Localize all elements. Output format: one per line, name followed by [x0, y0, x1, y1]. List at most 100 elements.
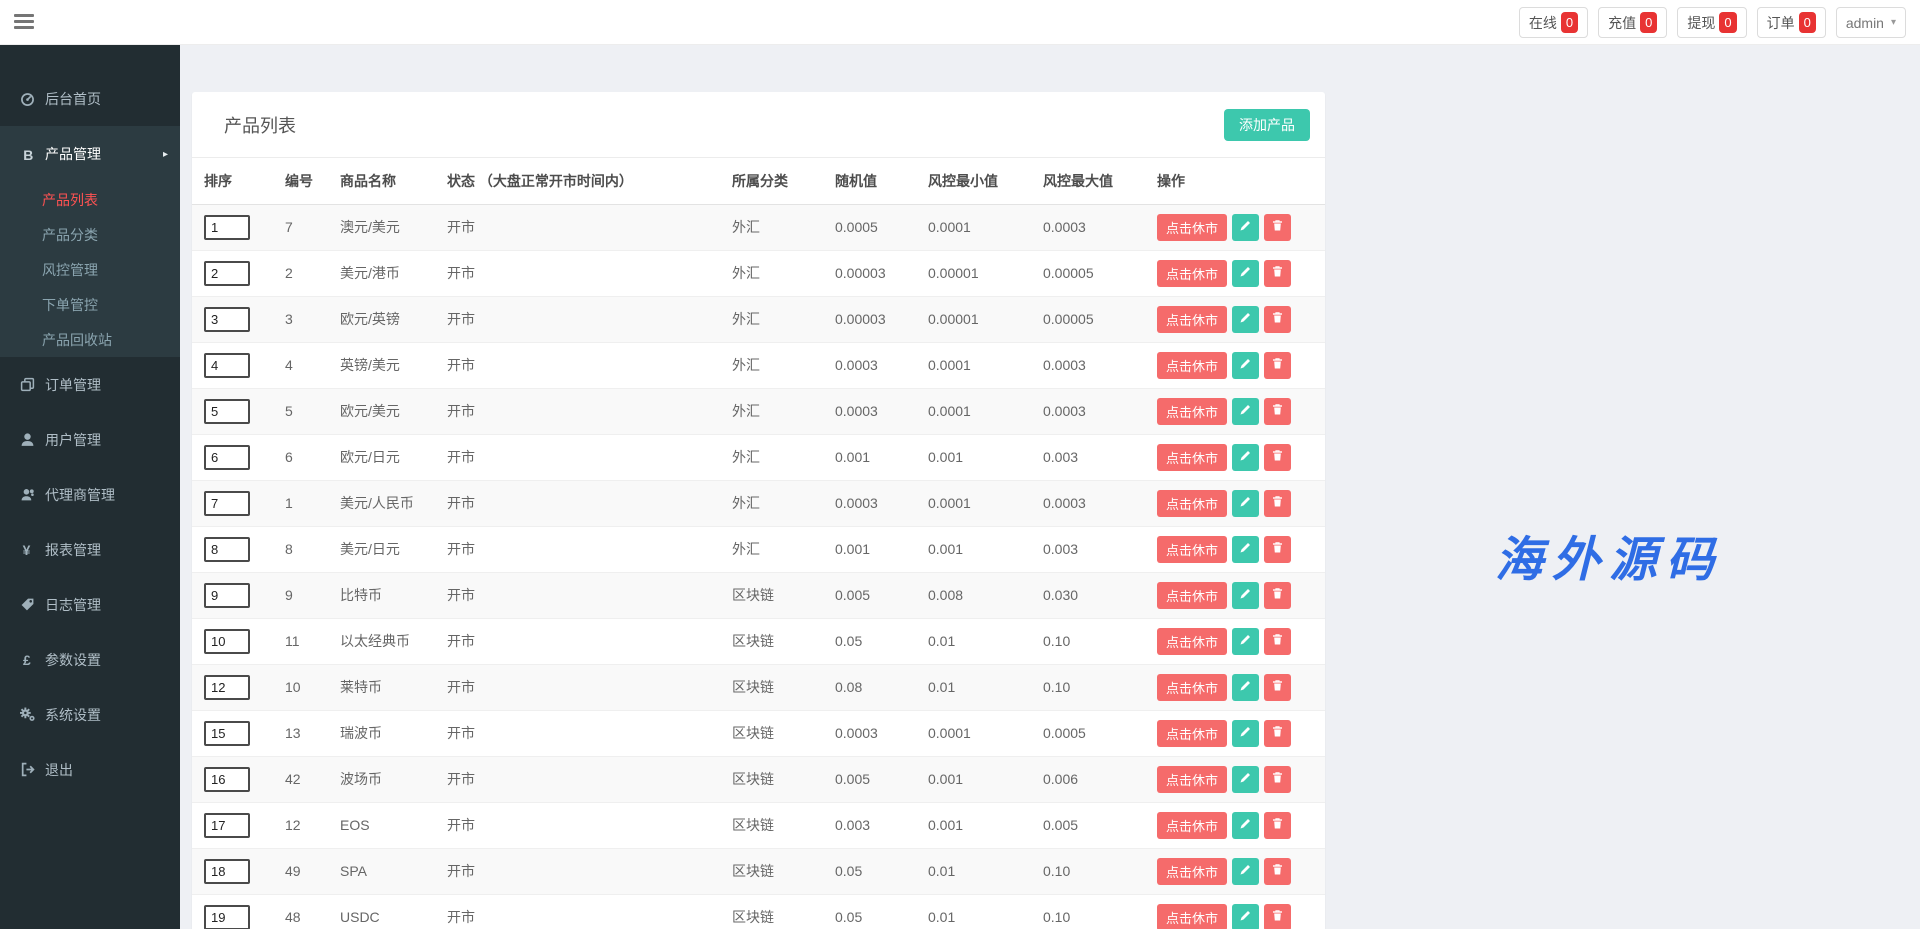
sort-input[interactable] [204, 491, 250, 516]
close-market-button[interactable]: 点击休市 [1157, 766, 1227, 793]
close-market-button[interactable]: 点击休市 [1157, 444, 1227, 471]
close-market-button[interactable]: 点击休市 [1157, 674, 1227, 701]
close-market-button[interactable]: 点击休市 [1157, 628, 1227, 655]
close-market-button[interactable]: 点击休市 [1157, 720, 1227, 747]
submenu-item-product-recycle[interactable]: 产品回收站 [0, 322, 180, 357]
delete-button[interactable] [1264, 536, 1291, 563]
delete-button[interactable] [1264, 582, 1291, 609]
delete-button[interactable] [1264, 444, 1291, 471]
delete-button[interactable] [1264, 858, 1291, 885]
edit-button[interactable] [1232, 766, 1259, 793]
sort-input[interactable] [204, 629, 250, 654]
delete-button[interactable] [1264, 720, 1291, 747]
risk-min-cell: 0.0001 [928, 342, 1043, 388]
edit-button[interactable] [1232, 490, 1259, 517]
hamburger-menu-icon[interactable] [14, 14, 34, 30]
stat-button-recharge[interactable]: 充值0 [1598, 7, 1667, 38]
submenu-item-risk-management[interactable]: 风控管理 [0, 252, 180, 287]
close-market-button[interactable]: 点击休市 [1157, 490, 1227, 517]
sort-input[interactable] [204, 767, 250, 792]
sort-cell [192, 434, 285, 480]
stat-button-withdraw[interactable]: 提现0 [1677, 7, 1746, 38]
sort-cell [192, 342, 285, 388]
sort-input[interactable] [204, 813, 250, 838]
edit-button[interactable] [1232, 674, 1259, 701]
sidebar-item-params[interactable]: £参数设置 [0, 632, 180, 687]
delete-button[interactable] [1264, 352, 1291, 379]
sort-input[interactable] [204, 307, 250, 332]
edit-button[interactable] [1232, 444, 1259, 471]
sort-input[interactable] [204, 905, 250, 929]
sidebar-item-label: 日志管理 [45, 595, 101, 615]
edit-button[interactable] [1232, 720, 1259, 747]
edit-button[interactable] [1232, 628, 1259, 655]
delete-button[interactable] [1264, 674, 1291, 701]
delete-button[interactable] [1264, 260, 1291, 287]
edit-button[interactable] [1232, 260, 1259, 287]
close-market-button[interactable]: 点击休市 [1157, 536, 1227, 563]
edit-button[interactable] [1232, 904, 1259, 929]
submenu-item-order-control[interactable]: 下单管控 [0, 287, 180, 322]
close-market-button[interactable]: 点击休市 [1157, 398, 1227, 425]
delete-button[interactable] [1264, 628, 1291, 655]
submenu-item-product-category[interactable]: 产品分类 [0, 217, 180, 252]
admin-username: admin [1846, 15, 1884, 31]
delete-button[interactable] [1264, 490, 1291, 517]
sort-input[interactable] [204, 445, 250, 470]
close-market-button[interactable]: 点击休市 [1157, 352, 1227, 379]
close-market-button[interactable]: 点击休市 [1157, 812, 1227, 839]
sort-input[interactable] [204, 721, 250, 746]
edit-button[interactable] [1232, 582, 1259, 609]
edit-button[interactable] [1232, 398, 1259, 425]
delete-button[interactable] [1264, 766, 1291, 793]
close-market-button[interactable]: 点击休市 [1157, 904, 1227, 929]
pound-icon: £ [16, 652, 38, 667]
sort-input[interactable] [204, 537, 250, 562]
sidebar-item-logout[interactable]: 退出 [0, 742, 180, 797]
edit-button[interactable] [1232, 214, 1259, 241]
delete-button[interactable] [1264, 812, 1291, 839]
sort-input[interactable] [204, 399, 250, 424]
sidebar-item-users[interactable]: 用户管理 [0, 412, 180, 467]
sort-input[interactable] [204, 675, 250, 700]
sidebar-item-logs[interactable]: 日志管理 [0, 577, 180, 632]
edit-button[interactable] [1232, 858, 1259, 885]
sidebar-item-home[interactable]: 后台首页 [0, 71, 180, 126]
actions-cell: 点击休市 [1157, 342, 1325, 388]
card-header: 产品列表 添加产品 [192, 92, 1325, 158]
submenu-item-product-list[interactable]: 产品列表 [0, 182, 180, 217]
sidebar-item-system[interactable]: 系统设置 [0, 687, 180, 742]
delete-button[interactable] [1264, 214, 1291, 241]
sort-input[interactable] [204, 261, 250, 286]
admin-dropdown[interactable]: admin ▾ [1836, 7, 1906, 38]
sort-input[interactable] [204, 353, 250, 378]
close-market-button[interactable]: 点击休市 [1157, 260, 1227, 287]
stat-button-online[interactable]: 在线0 [1519, 7, 1588, 38]
edit-button[interactable] [1232, 812, 1259, 839]
close-market-button[interactable]: 点击休市 [1157, 582, 1227, 609]
close-market-button[interactable]: 点击休市 [1157, 858, 1227, 885]
close-market-button[interactable]: 点击休市 [1157, 306, 1227, 333]
actions: 点击休市 [1157, 352, 1325, 379]
sidebar-item-products[interactable]: B产品管理▸ [0, 126, 180, 182]
add-product-button[interactable]: 添加产品 [1224, 109, 1310, 141]
trash-icon [1271, 265, 1284, 281]
sidebar-item-agents[interactable]: 代理商管理 [0, 467, 180, 522]
stat-button-orders[interactable]: 订单0 [1757, 7, 1826, 38]
delete-button[interactable] [1264, 398, 1291, 425]
sidebar-item-label: 产品管理 [45, 144, 101, 164]
sort-input[interactable] [204, 859, 250, 884]
name-cell: 瑞波币 [340, 710, 447, 756]
sort-cell [192, 618, 285, 664]
trash-icon [1271, 863, 1284, 879]
close-market-button[interactable]: 点击休市 [1157, 214, 1227, 241]
edit-button[interactable] [1232, 306, 1259, 333]
sidebar-item-orders[interactable]: 订单管理 [0, 357, 180, 412]
delete-button[interactable] [1264, 904, 1291, 929]
delete-button[interactable] [1264, 306, 1291, 333]
sort-input[interactable] [204, 215, 250, 240]
sidebar-item-reports[interactable]: ¥报表管理 [0, 522, 180, 577]
edit-button[interactable] [1232, 352, 1259, 379]
edit-button[interactable] [1232, 536, 1259, 563]
sort-input[interactable] [204, 583, 250, 608]
